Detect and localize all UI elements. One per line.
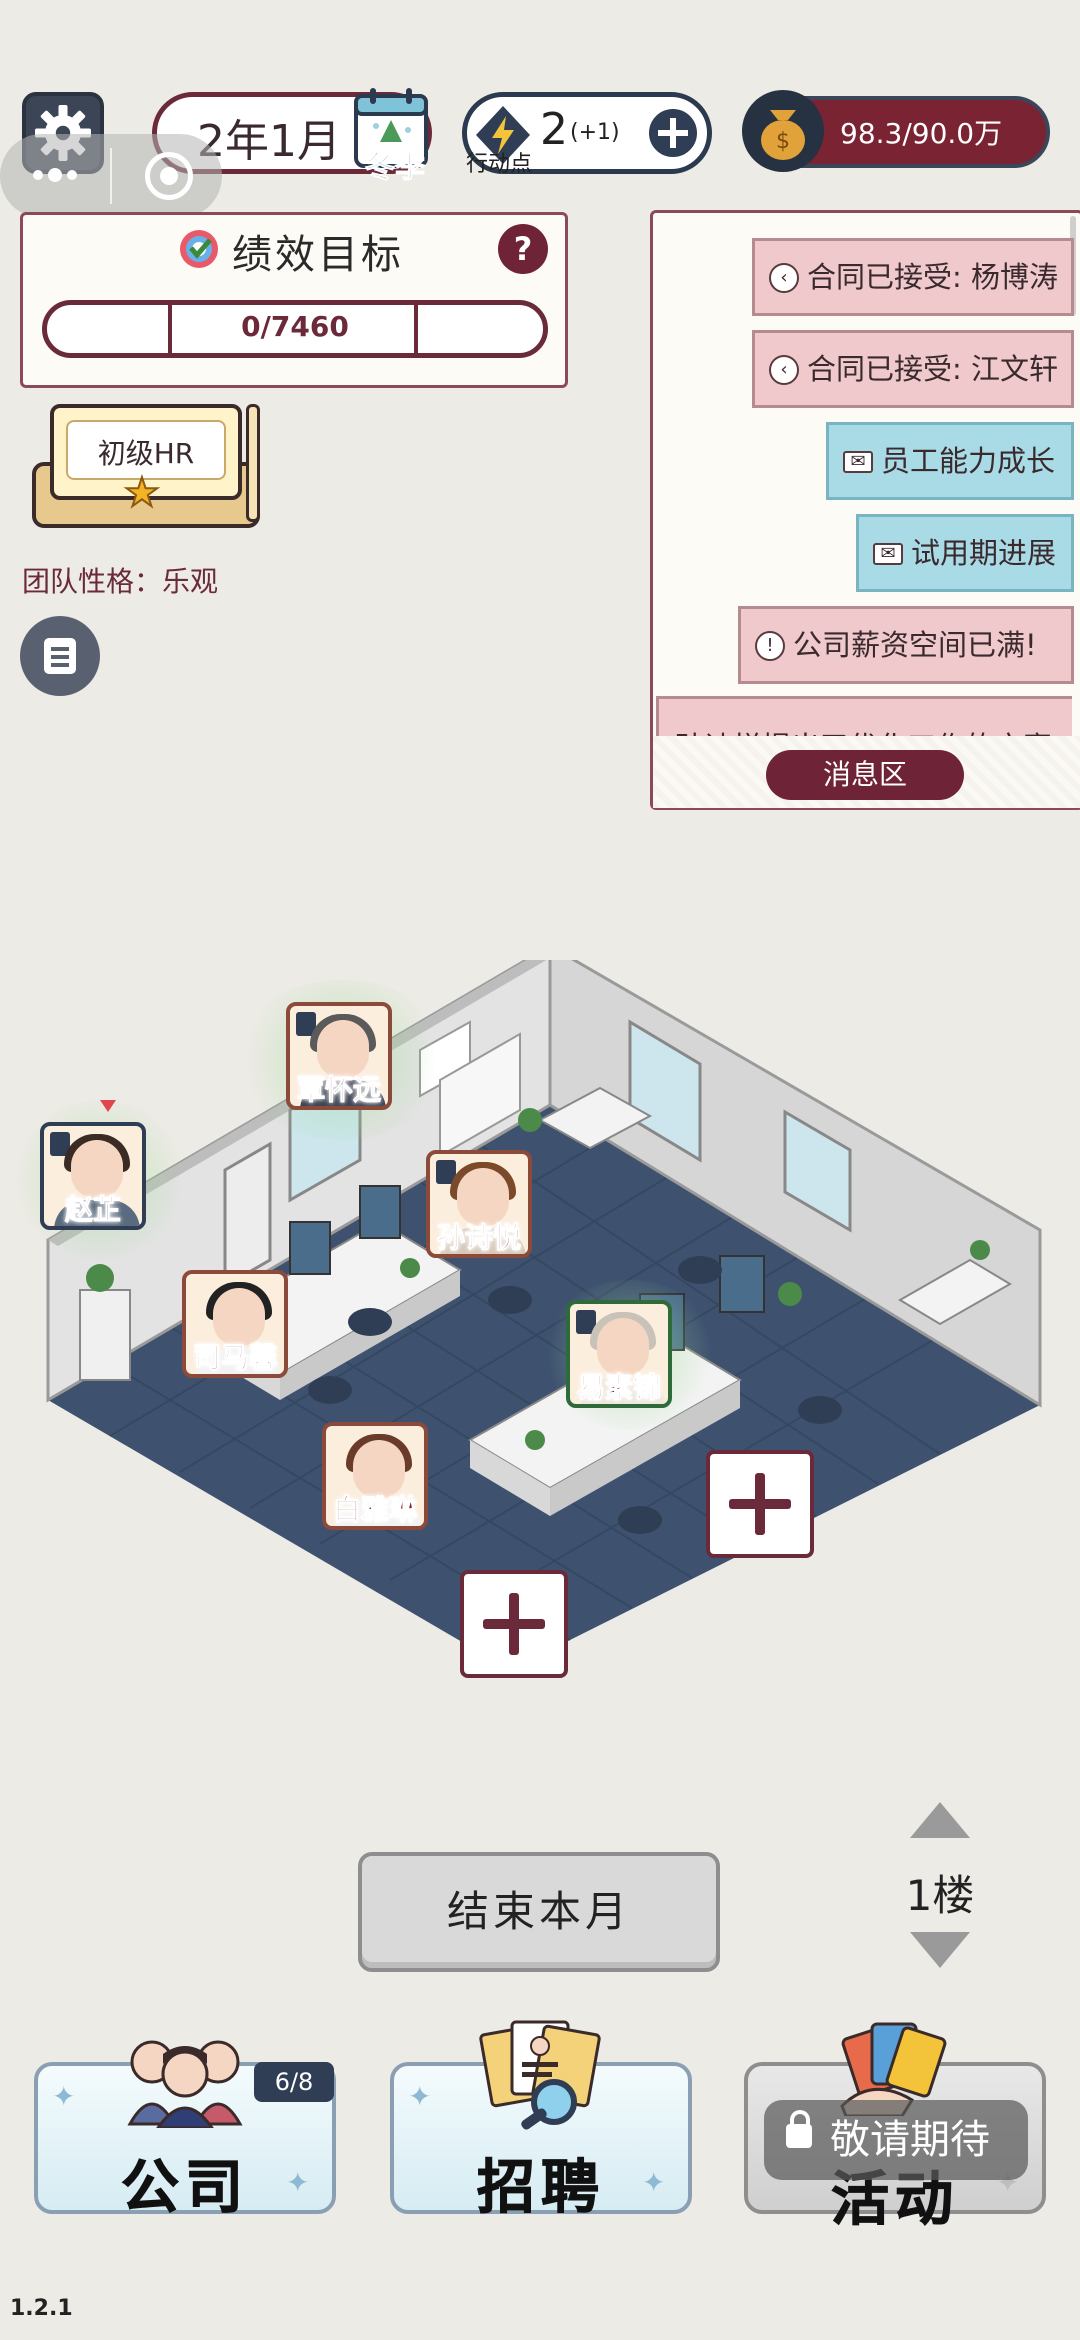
arrow-left-icon: ‹ — [769, 355, 799, 385]
message-item[interactable]: ✉ 员工能力成长 — [826, 422, 1074, 500]
arrow-left-icon: ‹ — [769, 263, 799, 293]
team-icon — [127, 2040, 243, 2128]
performance-progress-text: 0/7460 — [241, 310, 349, 343]
version-label: 1.2.1 — [10, 2296, 73, 2321]
add-desk-button[interactable] — [706, 1450, 814, 1558]
floor-label: 1楼 — [905, 1871, 975, 1920]
message-item[interactable]: ! 公司薪资空间已满! — [738, 606, 1074, 684]
mail-icon: ✉ — [843, 451, 873, 473]
message-item[interactable]: ‹ 合同已接受: 江文轩 — [752, 330, 1074, 408]
sparkle-icon: ✦ — [408, 2080, 432, 2113]
money-value: 98.3/90.0万 — [840, 117, 1003, 150]
action-points-value: 2 — [540, 104, 568, 155]
hr-rank-progress — [246, 404, 260, 522]
employee-name: 赵芷 — [64, 1193, 121, 1227]
message-item[interactable]: ‹ 合同已接受: 杨博涛 — [752, 238, 1074, 316]
end-month-button[interactable]: 结束本月 — [358, 1852, 720, 1972]
message-item[interactable]: ✉ 试用期进展 — [856, 514, 1074, 592]
message-text: 合同已接受: 杨博涛 — [807, 260, 1058, 294]
alert-marker-icon — [100, 1100, 116, 1112]
employee-name: 孙诗悦 — [436, 1221, 521, 1255]
employee-name: 司马馨 — [192, 1341, 277, 1375]
employee-portrait[interactable]: 赵芷 — [40, 1122, 146, 1230]
alert-icon: ! — [755, 631, 785, 661]
sparkle-icon: ✦ — [52, 2080, 76, 2113]
mail-icon: ✉ — [873, 543, 903, 565]
lock-icon — [786, 2110, 812, 2148]
employee-name: 白雅琳 — [332, 1493, 417, 1527]
team-trait: 团队性格：乐观 — [22, 565, 219, 598]
tab-company-label: 公司 — [120, 2153, 249, 2222]
more-icon[interactable] — [30, 165, 80, 185]
star-icon: ★ — [123, 469, 161, 517]
employee-name: 易素锦 — [576, 1371, 661, 1405]
action-points-bonus: (+1) — [570, 120, 620, 145]
employee-portrait[interactable]: 司马馨 — [182, 1270, 288, 1378]
employee-name: 覃怀远 — [296, 1073, 381, 1107]
employee-portrait[interactable]: 易素锦 — [566, 1300, 672, 1408]
message-text: 员工能力成长 — [881, 444, 1056, 478]
help-button[interactable]: ? — [498, 224, 548, 274]
employee-portrait[interactable]: 覃怀远 — [286, 1002, 392, 1110]
add-action-points-button[interactable] — [646, 106, 700, 160]
document-icon — [44, 638, 76, 674]
performance-title: 绩效目标 — [232, 232, 404, 278]
resume-search-icon — [479, 2020, 601, 2130]
company-count-badge: 6/8 — [254, 2062, 334, 2102]
message-text: 公司薪资空间已满! — [793, 628, 1037, 662]
message-text: 合同已接受: 江文轩 — [807, 352, 1058, 386]
action-points-label: 行动点 — [466, 152, 533, 177]
target-check-icon — [180, 230, 218, 268]
add-desk-button[interactable] — [460, 1570, 568, 1678]
employee-portrait[interactable]: 白雅琳 — [322, 1422, 428, 1530]
locked-label: 敬请期待 — [830, 2117, 990, 2163]
message-text: 试用期进展 — [911, 536, 1057, 570]
capsule-divider — [110, 148, 112, 204]
floor-down-icon[interactable] — [910, 1932, 970, 1968]
employee-portrait[interactable]: 孙诗悦 — [426, 1150, 532, 1258]
money-bag-icon: $ — [742, 90, 824, 172]
svg-text:$: $ — [776, 129, 790, 154]
message-area-label[interactable]: 消息区 — [766, 750, 964, 800]
close-miniprogram-icon[interactable] — [145, 152, 193, 200]
season-label: 冬季 — [365, 150, 426, 186]
floor-up-icon[interactable] — [910, 1802, 970, 1838]
tab-recruit-label: 招聘 — [476, 2153, 605, 2222]
hr-rank-label: 初级HR — [97, 437, 195, 470]
